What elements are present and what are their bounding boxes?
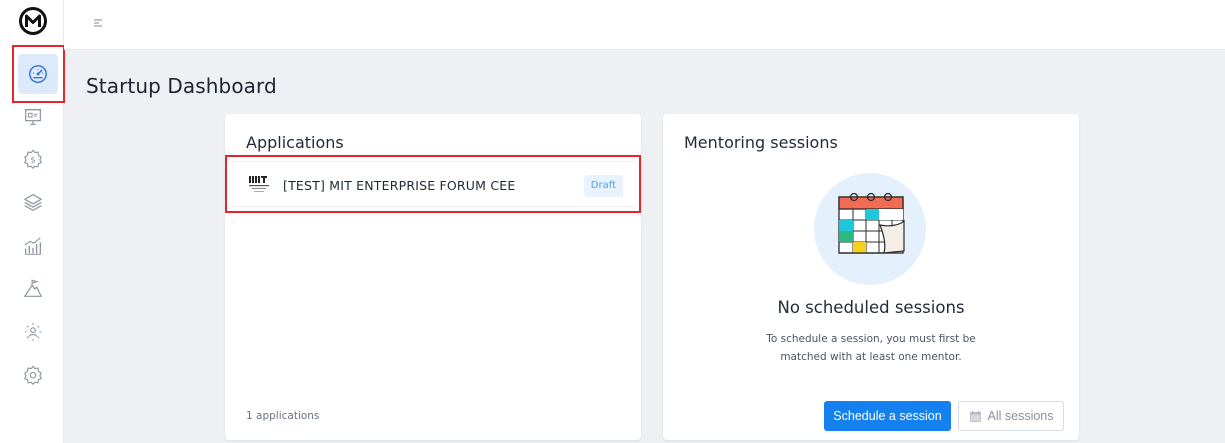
empty-state-title: No scheduled sessions (777, 298, 965, 317)
sidebar-item-layers[interactable] (12, 183, 54, 221)
dollar-gear-icon: $ (23, 149, 43, 169)
page-title: Startup Dashboard (86, 74, 277, 98)
dashboard-gauge-icon (29, 65, 47, 83)
calendar-illustration-icon (814, 173, 926, 285)
sidebar-item-presentation[interactable] (12, 98, 54, 136)
sidebar-item-dashboard[interactable] (12, 45, 65, 103)
sidebar-item-settings[interactable] (12, 356, 54, 394)
sidebar-item-mentors[interactable] (12, 313, 54, 351)
topbar (64, 0, 1225, 50)
sidebar-item-milestones[interactable] (12, 270, 54, 308)
application-row-inner: [TEST] MIT ENTERPRISE FORUM CEE Draft (229, 161, 637, 207)
sidebar-item-growth[interactable] (12, 227, 54, 265)
status-badge: Draft (583, 175, 623, 197)
applications-title: Applications (246, 133, 344, 152)
menu-toggle-icon[interactable] (92, 16, 106, 30)
schedule-session-button[interactable]: Schedule a session (824, 401, 951, 431)
mountain-flag-icon (24, 279, 42, 297)
applications-count: 1 applications (246, 410, 320, 422)
calendar-icon (969, 410, 981, 422)
mentoring-title: Mentoring sessions (684, 133, 838, 152)
mit-logo-icon (249, 176, 269, 192)
all-sessions-button[interactable]: All sessions (958, 401, 1064, 431)
brand-logo-icon[interactable] (18, 6, 48, 36)
applications-card: Applications [TEST] MIT ENTERPRISE FORUM… (225, 114, 641, 440)
all-sessions-label: All sessions (987, 409, 1054, 423)
sidebar: $ (0, 0, 65, 443)
svg-text:$: $ (30, 155, 35, 165)
layers-icon (24, 194, 42, 211)
mentoring-card: Mentoring sessions No scheduled sessions… (663, 114, 1079, 440)
application-row[interactable]: [TEST] MIT ENTERPRISE FORUM CEE Draft (225, 155, 641, 213)
person-network-icon (24, 323, 42, 341)
presentation-board-icon (24, 109, 42, 125)
gear-icon (23, 365, 43, 385)
chart-growth-icon (24, 237, 42, 255)
empty-state-text: To schedule a session, you must first be… (766, 333, 976, 363)
application-name: [TEST] MIT ENTERPRISE FORUM CEE (283, 178, 516, 193)
sidebar-item-funding[interactable]: $ (12, 140, 54, 178)
